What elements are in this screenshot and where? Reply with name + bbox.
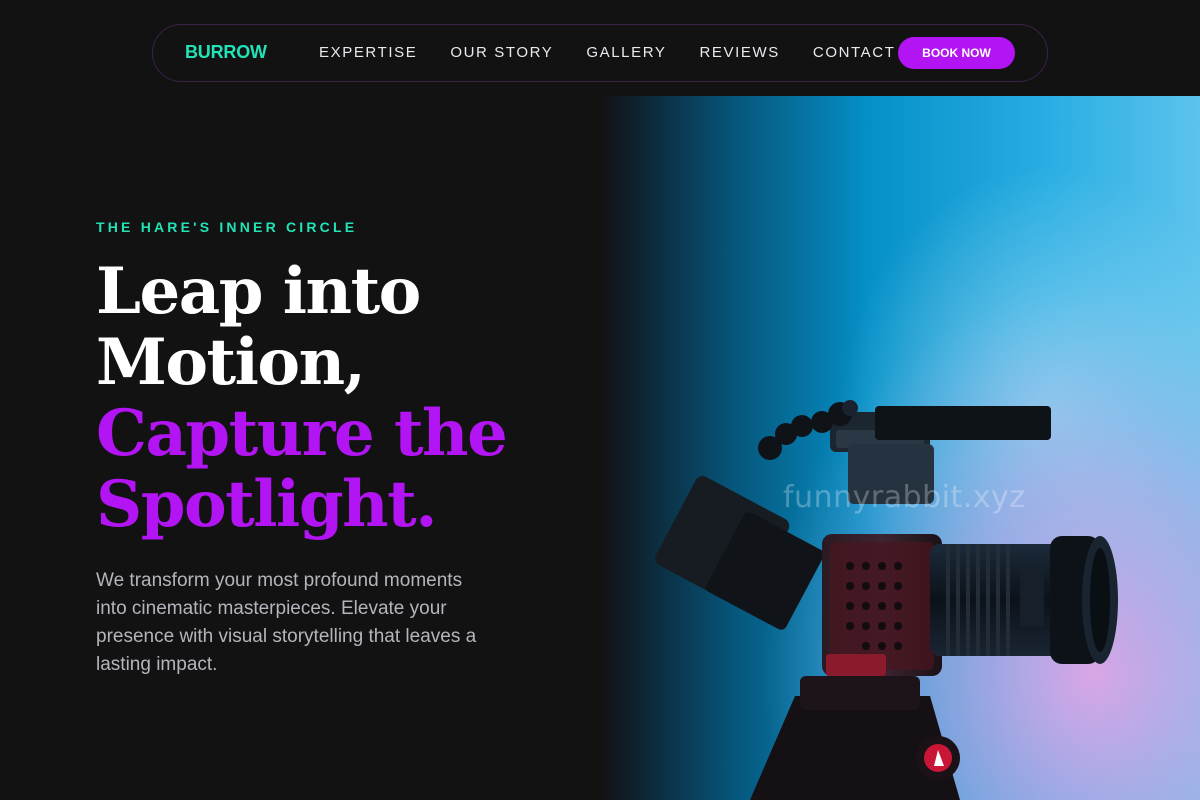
hero-headline: Leap into Motion, Capture the Spotlight.: [96, 256, 576, 540]
headline-line-4: Spotlight.: [96, 467, 437, 542]
nav-link-our-story[interactable]: OUR STORY: [450, 44, 553, 61]
nav-link-expertise[interactable]: EXPERTISE: [319, 44, 417, 61]
camera-lens: [930, 536, 1118, 664]
nav-link-gallery[interactable]: GALLERY: [586, 44, 666, 61]
nav-link-reviews[interactable]: REVIEWS: [700, 44, 780, 61]
book-now-button[interactable]: BOOK NOW: [898, 37, 1015, 69]
headline-line-3: Capture the: [96, 396, 508, 471]
nav-link-contact[interactable]: CONTACT: [813, 44, 896, 61]
headline-line-2: Motion,: [96, 325, 366, 400]
landing-page: BURROW EXPERTISE OUR STORY GALLERY REVIE…: [0, 0, 1200, 800]
hero-eyebrow: THE HARE'S INNER CIRCLE: [96, 219, 358, 235]
hero-camera-image: [600, 96, 1200, 800]
camera-body: [822, 534, 942, 676]
brand-logo[interactable]: BURROW: [185, 42, 267, 63]
image-watermark: funnyrabbit.xyz: [783, 480, 1026, 515]
navbar: BURROW EXPERTISE OUR STORY GALLERY REVIE…: [152, 24, 1048, 82]
nav-links: EXPERTISE OUR STORY GALLERY REVIEWS CONT…: [319, 44, 928, 61]
headline-line-1: Leap into: [96, 254, 421, 329]
hero-description: We transform your most profound moments …: [96, 570, 477, 675]
